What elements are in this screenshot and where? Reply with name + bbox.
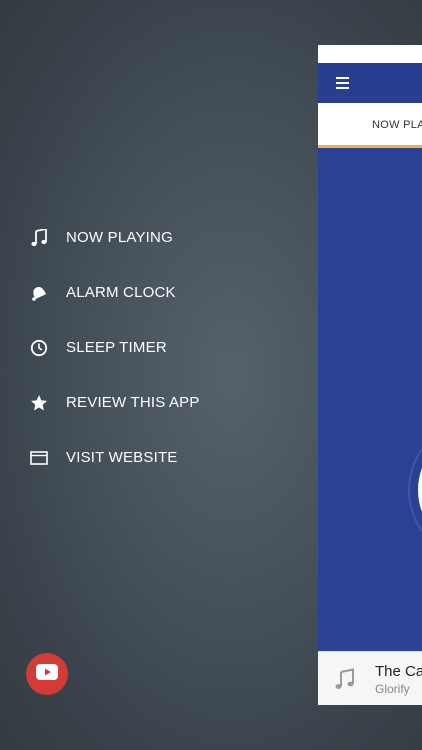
menu-item-label: VISIT WEBSITE xyxy=(66,449,178,466)
menu-item-alarm-clock[interactable]: ALARM CLOCK xyxy=(0,265,300,320)
menu-item-now-playing[interactable]: NOW PLAYING xyxy=(0,210,300,265)
youtube-icon xyxy=(36,663,58,685)
menu-item-review-app[interactable]: REVIEW THIS APP xyxy=(0,375,300,430)
app-header xyxy=(318,63,422,103)
menu-item-label: REVIEW THIS APP xyxy=(66,394,200,411)
mini-player[interactable]: The Ca Glorify xyxy=(318,651,422,705)
menu-item-sleep-timer[interactable]: SLEEP TIMER xyxy=(0,320,300,375)
tab-now-playing[interactable]: NOW PLA xyxy=(372,119,422,131)
menu-item-label: NOW PLAYING xyxy=(66,229,173,246)
player-area xyxy=(318,148,422,651)
track-title: The Ca xyxy=(375,663,422,680)
music-note-icon xyxy=(30,228,48,247)
tab-bar: NOW PLA xyxy=(318,103,422,148)
youtube-button[interactable] xyxy=(26,653,68,695)
star-icon xyxy=(30,394,48,412)
menu-item-label: ALARM CLOCK xyxy=(66,284,176,301)
browser-window-icon xyxy=(30,449,48,467)
menu-item-visit-website[interactable]: VISIT WEBSITE xyxy=(0,430,300,485)
music-note-icon xyxy=(334,668,356,690)
track-artist: Glorify xyxy=(375,682,410,696)
menu-item-label: SLEEP TIMER xyxy=(66,339,167,356)
clock-icon xyxy=(30,339,48,357)
hamburger-menu-icon[interactable] xyxy=(336,77,349,89)
side-menu: NOW PLAYING ALARM CLOCK SLEEP TIMER REVI… xyxy=(0,210,300,485)
app-preview-panel[interactable]: NOW PLA The Ca Glorify xyxy=(318,45,422,705)
alarm-bell-icon xyxy=(30,284,48,302)
status-bar xyxy=(318,45,422,63)
